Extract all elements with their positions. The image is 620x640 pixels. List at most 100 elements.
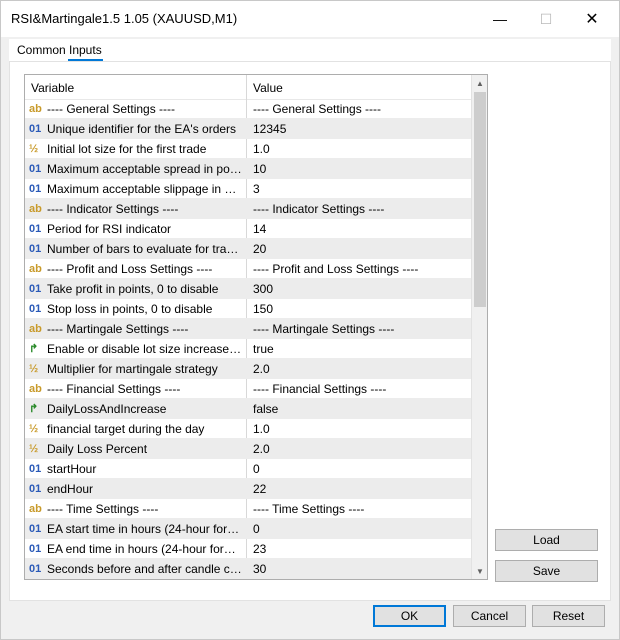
variable-cell: ---- Martingale Settings ---- — [47, 322, 189, 336]
ok-button[interactable]: OK — [373, 605, 446, 627]
close-icon[interactable]: ✕ — [569, 1, 615, 37]
table-row[interactable]: ½ Multiplier for martingale strategy 2.0 — [25, 359, 471, 379]
value-cell[interactable]: 30 — [253, 562, 463, 576]
value-cell[interactable]: true — [253, 342, 463, 356]
variable-cell: EA start time in hours (24-hour format) — [47, 522, 243, 536]
table-row[interactable]: 01 Maximum acceptable slippage in points 3 — [25, 179, 471, 199]
variable-cell: endHour — [47, 482, 94, 496]
value-cell[interactable]: 1.0 — [253, 142, 463, 156]
integer-type-icon: 01 — [29, 483, 42, 495]
table-row[interactable]: 01 Period for RSI indicator 14 — [25, 219, 471, 239]
integer-type-icon: 01 — [29, 223, 42, 235]
double-type-icon: ½ — [29, 423, 39, 435]
reset-button[interactable]: Reset — [532, 605, 605, 627]
table-row[interactable]: 01 endHour 22 — [25, 479, 471, 499]
table-row[interactable]: 01 EA start time in hours (24-hour format… — [25, 519, 471, 539]
variable-cell: ---- Indicator Settings ---- — [47, 202, 179, 216]
integer-type-icon: 01 — [29, 543, 42, 555]
table-row[interactable]: 01 Take profit in points, 0 to disable 300 — [25, 279, 471, 299]
table-row[interactable]: ab ---- Time Settings ---- ---- Time Setti… — [25, 499, 471, 519]
text-type-icon: ab — [29, 263, 42, 275]
table-row[interactable]: ab ---- Profit and Loss Settings ---- ----… — [25, 259, 471, 279]
value-cell[interactable]: 10 — [253, 162, 463, 176]
double-type-icon: ½ — [29, 443, 39, 455]
text-type-icon: ab — [29, 203, 42, 215]
table-row[interactable]: 01 EA end time in hours (24-hour format) 2… — [25, 539, 471, 559]
value-cell[interactable]: 300 — [253, 282, 463, 296]
value-cell[interactable]: 0 — [253, 462, 463, 476]
inputs-panel: Variable Value ab ---- General Settings -… — [9, 61, 611, 601]
variable-cell: Multiplier for martingale strategy — [47, 362, 218, 376]
column-header-variable[interactable]: Variable — [31, 81, 74, 95]
table-row[interactable]: ab ---- Indicator Settings ---- ---- Indic… — [25, 199, 471, 219]
variable-cell: Initial lot size for the first trade — [47, 142, 207, 156]
variable-cell: financial target during the day — [47, 422, 205, 436]
value-cell[interactable]: 14 — [253, 222, 463, 236]
table-row[interactable]: ½ financial target during the day 1.0 — [25, 419, 471, 439]
double-type-icon: ½ — [29, 363, 39, 375]
tab-inputs[interactable]: Inputs — [68, 43, 103, 61]
scroll-down-icon[interactable]: ▼ — [472, 563, 487, 579]
value-cell[interactable]: 3 — [253, 182, 463, 196]
table-row[interactable]: ↱ Enable or disable lot size increase on … — [25, 339, 471, 359]
variable-cell: Stop loss in points, 0 to disable — [47, 302, 213, 316]
value-cell[interactable]: 22 — [253, 482, 463, 496]
table-row[interactable]: 01 Maximum acceptable spread in points 10 — [25, 159, 471, 179]
variable-cell: Enable or disable lot size increase on r… — [47, 342, 243, 356]
table-row[interactable]: 01 Seconds before and after candle close.… — [25, 559, 471, 579]
boolean-type-icon: ↱ — [29, 343, 39, 355]
table-row[interactable]: ½ Daily Loss Percent 2.0 — [25, 439, 471, 459]
text-type-icon: ab — [29, 503, 42, 515]
table-row[interactable]: 01 startHour 0 — [25, 459, 471, 479]
variable-cell: Maximum acceptable slippage in points — [47, 182, 243, 196]
text-type-icon: ab — [29, 383, 42, 395]
table-row[interactable]: 01 Unique identifier for the EA's orders 1… — [25, 119, 471, 139]
variable-cell: EA end time in hours (24-hour format) — [47, 542, 243, 556]
value-cell[interactable]: ---- Time Settings ---- — [253, 502, 463, 516]
value-cell[interactable]: 2.0 — [253, 362, 463, 376]
boolean-type-icon: ↱ — [29, 403, 39, 415]
table-row[interactable]: ↱ DailyLossAndIncrease false — [25, 399, 471, 419]
scroll-up-icon[interactable]: ▲ — [472, 75, 487, 91]
integer-type-icon: 01 — [29, 283, 42, 295]
value-cell[interactable]: 12345 — [253, 122, 463, 136]
variable-cell: Number of bars to evaluate for tradin... — [47, 242, 243, 256]
value-cell[interactable]: ---- Profit and Loss Settings ---- — [253, 262, 463, 276]
column-header-value[interactable]: Value — [253, 81, 283, 95]
value-cell[interactable]: 23 — [253, 542, 463, 556]
load-button[interactable]: Load — [495, 529, 598, 551]
variable-cell: ---- General Settings ---- — [47, 102, 176, 116]
tab-common[interactable]: Common — [17, 43, 66, 57]
grid-rows: ab ---- General Settings ---- ---- General… — [25, 99, 471, 579]
value-cell[interactable]: 20 — [253, 242, 463, 256]
table-row[interactable]: 01 Number of bars to evaluate for tradin.… — [25, 239, 471, 259]
variable-cell: ---- Profit and Loss Settings ---- — [47, 262, 213, 276]
table-row[interactable]: ab ---- Martingale Settings ---- ---- Mart… — [25, 319, 471, 339]
scroll-thumb[interactable] — [474, 92, 486, 307]
value-cell[interactable]: 1.0 — [253, 422, 463, 436]
table-row[interactable]: ab ---- General Settings ---- ---- General… — [25, 99, 471, 119]
integer-type-icon: 01 — [29, 463, 42, 475]
cancel-button[interactable]: Cancel — [453, 605, 526, 627]
text-type-icon: ab — [29, 323, 42, 335]
value-cell[interactable]: ---- Indicator Settings ---- — [253, 202, 463, 216]
table-row[interactable]: ½ Initial lot size for the first trade 1.0 — [25, 139, 471, 159]
value-cell[interactable]: 150 — [253, 302, 463, 316]
integer-type-icon: 01 — [29, 523, 42, 535]
variable-cell: DailyLossAndIncrease — [47, 402, 167, 416]
value-cell[interactable]: 0 — [253, 522, 463, 536]
maximize-icon: ☐ — [539, 10, 553, 27]
table-row[interactable]: ab ---- Financial Settings ---- ---- Finan… — [25, 379, 471, 399]
minimize-icon[interactable]: — — [477, 1, 523, 37]
integer-type-icon: 01 — [29, 163, 42, 175]
variable-cell: Daily Loss Percent — [47, 442, 148, 456]
table-row[interactable]: 01 Stop loss in points, 0 to disable 150 — [25, 299, 471, 319]
value-cell[interactable]: ---- General Settings ---- — [253, 102, 463, 116]
value-cell[interactable]: ---- Financial Settings ---- — [253, 382, 463, 396]
save-button[interactable]: Save — [495, 560, 598, 582]
value-cell[interactable]: ---- Martingale Settings ---- — [253, 322, 463, 336]
value-cell[interactable]: 2.0 — [253, 442, 463, 456]
integer-type-icon: 01 — [29, 243, 42, 255]
value-cell[interactable]: false — [253, 402, 463, 416]
vertical-scrollbar[interactable]: ▲ ▼ — [471, 75, 487, 579]
